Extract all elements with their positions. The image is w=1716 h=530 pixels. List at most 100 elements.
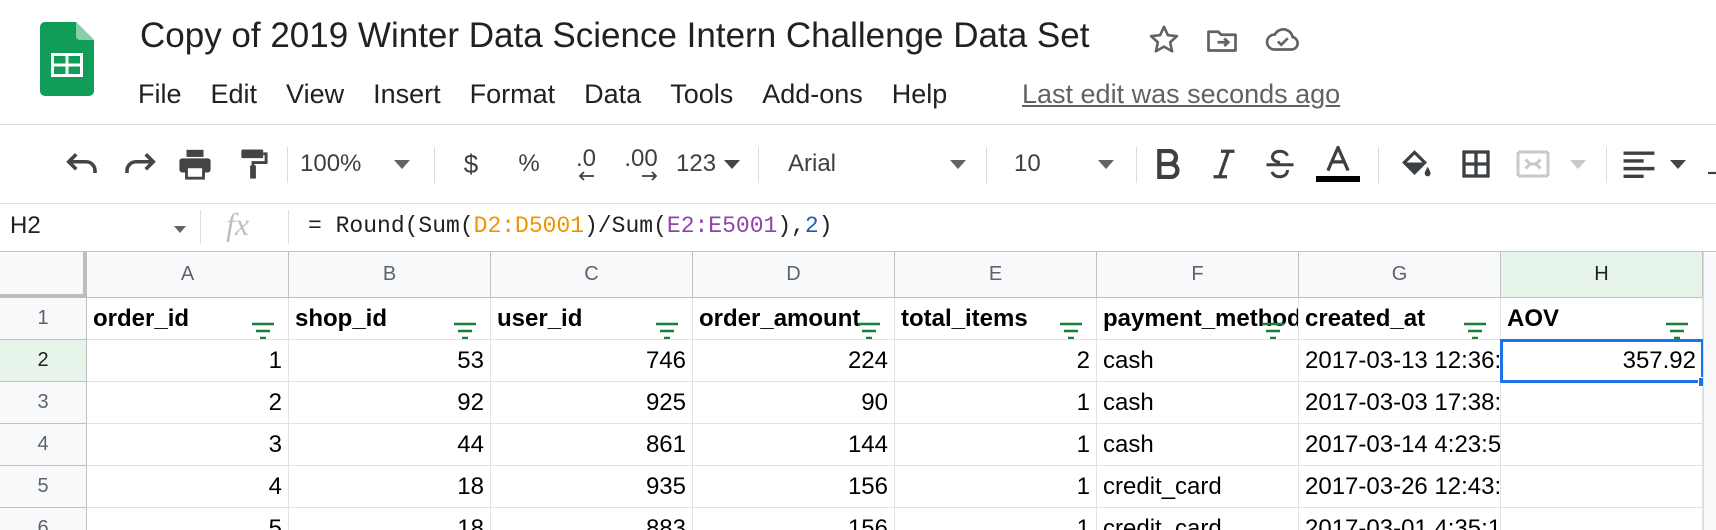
- header-cell-g[interactable]: created_at: [1299, 298, 1501, 340]
- cell-d6[interactable]: 156: [693, 508, 895, 530]
- cell-g4[interactable]: 2017-03-14 4:23:56: [1299, 424, 1501, 466]
- cell-h4[interactable]: [1501, 424, 1703, 466]
- cell-f4[interactable]: cash: [1097, 424, 1299, 466]
- cell-f6[interactable]: credit_card: [1097, 508, 1299, 530]
- column-header-b[interactable]: B: [289, 252, 491, 298]
- fill-color-icon[interactable]: [1396, 143, 1436, 185]
- header-cell-e[interactable]: total_items: [895, 298, 1097, 340]
- filter-icon[interactable]: [856, 312, 882, 339]
- cloud-saved-icon[interactable]: [1264, 22, 1300, 58]
- column-header-a[interactable]: A: [87, 252, 289, 298]
- column-header-g[interactable]: G: [1299, 252, 1501, 298]
- font-size-select[interactable]: 10: [1014, 143, 1114, 185]
- row-header-5[interactable]: 5: [0, 466, 87, 508]
- cell-a2[interactable]: 1: [87, 340, 289, 382]
- menu-edit[interactable]: Edit: [211, 79, 258, 110]
- cell-d5[interactable]: 156: [693, 466, 895, 508]
- cell-b2[interactable]: 53: [289, 340, 491, 382]
- menu-tools[interactable]: Tools: [670, 79, 733, 110]
- undo-icon[interactable]: [62, 143, 104, 185]
- column-header-c[interactable]: C: [491, 252, 693, 298]
- cell-c2[interactable]: 746: [491, 340, 693, 382]
- star-icon[interactable]: [1146, 22, 1182, 58]
- formula-input[interactable]: = Round(Sum(D2:D5001)/Sum(E2:E5001),2): [308, 213, 833, 239]
- cell-g2[interactable]: 2017-03-13 12:36:56: [1299, 340, 1501, 382]
- decrease-decimal-button[interactable]: .0: [566, 143, 606, 185]
- vertical-align-icon[interactable]: [1700, 143, 1716, 185]
- horizontal-align-button[interactable]: [1622, 143, 1686, 185]
- document-title[interactable]: Copy of 2019 Winter Data Science Intern …: [140, 16, 1089, 56]
- row-header-6[interactable]: 6: [0, 508, 87, 530]
- menu-view[interactable]: View: [286, 79, 344, 110]
- filter-icon[interactable]: [1664, 312, 1690, 339]
- menu-help[interactable]: Help: [892, 79, 948, 110]
- filter-icon[interactable]: [1058, 312, 1084, 339]
- cell-e6[interactable]: 1: [895, 508, 1097, 530]
- strikethrough-icon[interactable]: [1262, 143, 1298, 185]
- column-header-h[interactable]: H: [1501, 252, 1703, 298]
- filter-icon[interactable]: [250, 312, 276, 339]
- cell-a6[interactable]: 5: [87, 508, 289, 530]
- cell-g6[interactable]: 2017-03-01 4:35:11: [1299, 508, 1501, 530]
- header-cell-c[interactable]: user_id: [491, 298, 693, 340]
- cell-a5[interactable]: 4: [87, 466, 289, 508]
- borders-icon[interactable]: [1456, 143, 1496, 185]
- cell-e2[interactable]: 2: [895, 340, 1097, 382]
- cell-f3[interactable]: cash: [1097, 382, 1299, 424]
- menu-insert[interactable]: Insert: [373, 79, 441, 110]
- cell-e3[interactable]: 1: [895, 382, 1097, 424]
- cell-b5[interactable]: 18: [289, 466, 491, 508]
- more-formats-button[interactable]: 123: [676, 143, 740, 185]
- currency-format-button[interactable]: $: [456, 143, 486, 185]
- column-header-d[interactable]: D: [693, 252, 895, 298]
- menu-format[interactable]: Format: [470, 79, 556, 110]
- header-cell-f[interactable]: payment_method: [1097, 298, 1299, 340]
- filter-icon[interactable]: [1260, 312, 1286, 339]
- cell-a4[interactable]: 3: [87, 424, 289, 466]
- menu-add-ons[interactable]: Add-ons: [762, 79, 863, 110]
- cell-c3[interactable]: 925: [491, 382, 693, 424]
- cell-h5[interactable]: [1501, 466, 1703, 508]
- filter-icon[interactable]: [654, 312, 680, 339]
- row-header-3[interactable]: 3: [0, 382, 87, 424]
- italic-icon[interactable]: [1206, 143, 1242, 185]
- cell-a3[interactable]: 2: [87, 382, 289, 424]
- row-header-1[interactable]: 1: [0, 298, 87, 340]
- cell-d3[interactable]: 90: [693, 382, 895, 424]
- row-header-2[interactable]: 2: [0, 340, 87, 382]
- cell-c5[interactable]: 935: [491, 466, 693, 508]
- name-box[interactable]: H2: [10, 212, 41, 240]
- chevron-down-icon[interactable]: [174, 226, 186, 233]
- filter-icon[interactable]: [452, 312, 478, 339]
- cell-e5[interactable]: 1: [895, 466, 1097, 508]
- cell-h6[interactable]: [1501, 508, 1703, 530]
- increase-decimal-button[interactable]: .00: [618, 143, 664, 185]
- cell-f5[interactable]: credit_card: [1097, 466, 1299, 508]
- cell-h3[interactable]: [1501, 382, 1703, 424]
- menu-file[interactable]: File: [138, 79, 182, 110]
- cell-h2[interactable]: 357.92: [1501, 340, 1703, 382]
- sheets-logo-icon[interactable]: [40, 22, 94, 96]
- text-color-icon[interactable]: [1316, 143, 1360, 185]
- header-cell-d[interactable]: order_amount: [693, 298, 895, 340]
- column-header-e[interactable]: E: [895, 252, 1097, 298]
- row-header-4[interactable]: 4: [0, 424, 87, 466]
- percent-format-button[interactable]: %: [512, 143, 546, 185]
- cell-g5[interactable]: 2017-03-26 12:43:37: [1299, 466, 1501, 508]
- bold-icon[interactable]: [1150, 143, 1186, 185]
- select-all-corner[interactable]: [0, 252, 87, 298]
- font-family-select[interactable]: Arial: [788, 143, 966, 185]
- header-cell-h[interactable]: AOV: [1501, 298, 1703, 340]
- cell-b6[interactable]: 18: [289, 508, 491, 530]
- header-cell-a[interactable]: order_id: [87, 298, 289, 340]
- last-edit-link[interactable]: Last edit was seconds ago: [1022, 74, 1340, 114]
- zoom-select[interactable]: 100%: [300, 143, 410, 185]
- cell-b4[interactable]: 44: [289, 424, 491, 466]
- cell-f2[interactable]: cash: [1097, 340, 1299, 382]
- move-to-folder-icon[interactable]: [1204, 22, 1240, 58]
- menu-data[interactable]: Data: [584, 79, 641, 110]
- cell-c6[interactable]: 883: [491, 508, 693, 530]
- print-icon[interactable]: [174, 143, 216, 185]
- cell-c4[interactable]: 861: [491, 424, 693, 466]
- cell-g3[interactable]: 2017-03-03 17:38:52: [1299, 382, 1501, 424]
